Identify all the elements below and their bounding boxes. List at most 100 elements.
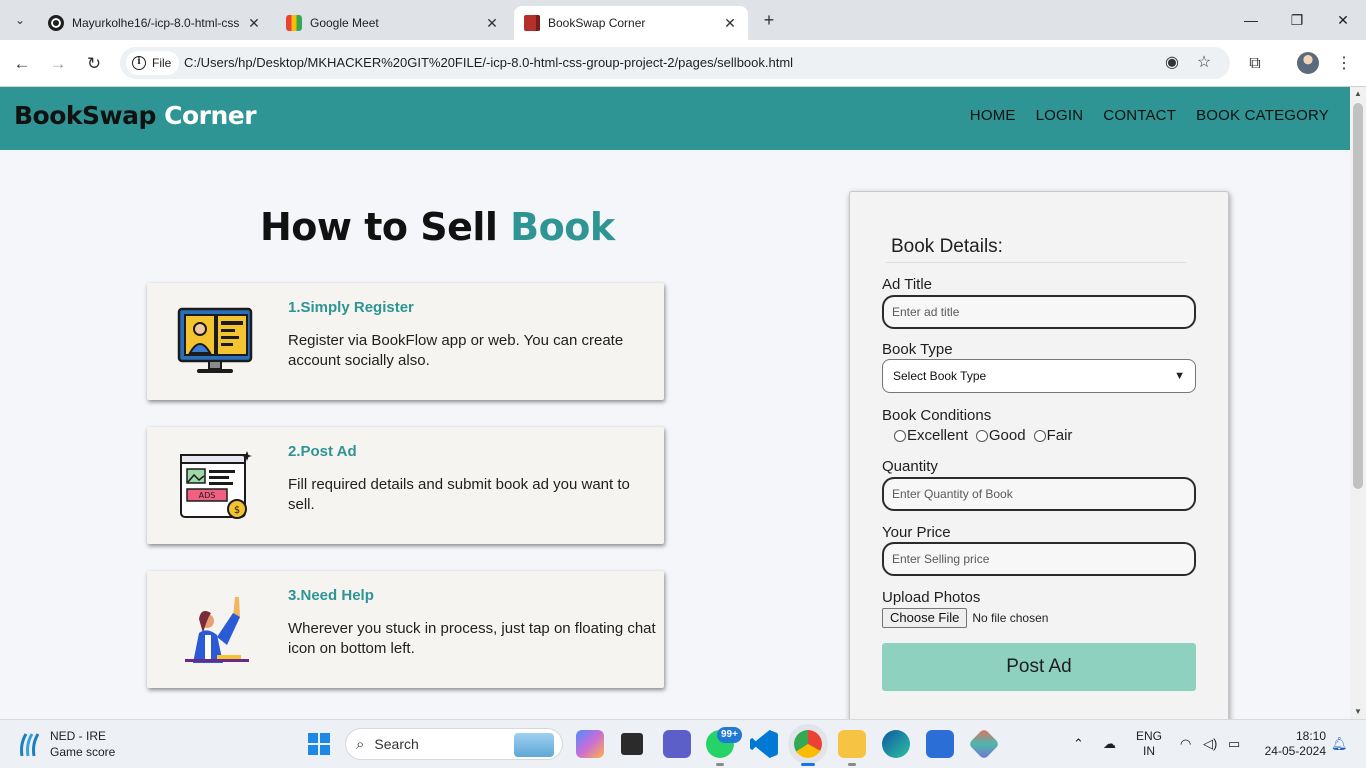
quantity-input[interactable]	[882, 477, 1196, 511]
windows-start-icon[interactable]	[307, 732, 331, 756]
choose-file-button[interactable]: Choose File	[882, 608, 968, 628]
close-tab-icon[interactable]: ✕	[246, 15, 262, 32]
vscode-icon[interactable]	[750, 730, 778, 758]
volume-icon[interactable]: ◁)	[1203, 736, 1217, 752]
conditions-radio-group: Excellent Good Fair	[894, 427, 1072, 444]
chrome-icon[interactable]	[794, 730, 822, 766]
page-viewport: BookSwap Corner HOME LOGIN CONTACT BOOK …	[0, 87, 1350, 719]
heading-divider	[886, 262, 1186, 263]
new-tab-plus-icon[interactable]: +	[758, 9, 780, 31]
title-main: How to Sell	[260, 205, 498, 249]
wifi-icon[interactable]: ◠	[1180, 736, 1191, 752]
battery-icon[interactable]: ▭	[1228, 736, 1240, 752]
forward-arrow-icon[interactable]: →	[46, 52, 70, 76]
post-ad-icon: ADS $	[180, 451, 252, 519]
url-text[interactable]: C:/Users/hp/Desktop/MKHACKER%20GIT%20FIL…	[184, 47, 793, 79]
site-header: BookSwap Corner HOME LOGIN CONTACT BOOK …	[0, 87, 1350, 150]
weather-title: NED - IRE	[50, 729, 107, 743]
onedrive-cloud-icon[interactable]: ☁	[1103, 736, 1116, 752]
scroll-thumb[interactable]	[1353, 103, 1363, 489]
file-status: No file chosen	[972, 611, 1049, 625]
restore-icon[interactable]: ❐	[1274, 6, 1320, 34]
conditions-label: Book Conditions	[882, 407, 992, 424]
language-indicator[interactable]: ENG IN	[1136, 729, 1162, 759]
store-icon[interactable]	[926, 730, 954, 758]
book-type-select[interactable]: Select Book Type ▼	[882, 359, 1196, 393]
nav-book-category[interactable]: BOOK CATEGORY	[1196, 107, 1329, 124]
google-meet-icon	[286, 15, 302, 31]
step-title: 2.Post Ad	[288, 443, 357, 460]
site-logo[interactable]: BookSwap Corner	[14, 101, 257, 130]
terminal-icon[interactable]	[618, 730, 646, 758]
back-arrow-icon[interactable]: ←	[10, 52, 34, 76]
book-type-selected: Select Book Type	[893, 369, 987, 383]
step-description: Register via BookFlow app or web. You ca…	[288, 332, 624, 369]
radio-label: Fair	[1046, 427, 1073, 444]
tab-search-chevron-icon[interactable]: ⌄	[8, 8, 32, 32]
radio-fair[interactable]: Fair	[1033, 427, 1073, 444]
step-card-need-help: 3.Need Help Wherever you stuck in proces…	[147, 571, 664, 688]
scheme-label: File	[152, 56, 172, 70]
app-diamond-icon[interactable]	[968, 728, 1000, 760]
nav-login[interactable]: LOGIN	[1036, 107, 1084, 124]
radio-circle-icon[interactable]	[1033, 429, 1046, 442]
tab-title: Google Meet	[310, 16, 379, 30]
file-explorer-icon[interactable]	[838, 730, 866, 766]
step-card-post-ad: ADS $ 2.Post Ad Fill required details an…	[147, 427, 664, 544]
close-tab-icon[interactable]: ✕	[484, 15, 500, 32]
browser-tab-bar: ⌄ Mayurkolhe16/-icp-8.0-html-css ✕ Googl…	[0, 0, 1366, 40]
search-highlight-image	[514, 733, 554, 757]
quantity-label: Quantity	[882, 458, 938, 475]
page-title: How to Sell Book	[260, 205, 615, 249]
eye-icon[interactable]: ◉	[1162, 53, 1182, 73]
minimize-icon[interactable]: —	[1228, 6, 1274, 34]
extensions-puzzle-icon[interactable]: ⧉	[1243, 52, 1267, 76]
search-placeholder: Search	[374, 736, 419, 752]
radio-excellent[interactable]: Excellent	[894, 427, 968, 444]
radio-good[interactable]: Good	[975, 427, 1026, 444]
bookmark-star-icon[interactable]: ☆	[1194, 53, 1214, 73]
page-scrollbar[interactable]: ▲ ▼	[1350, 87, 1366, 719]
radio-label: Excellent	[907, 427, 968, 444]
teams-icon[interactable]	[663, 730, 691, 758]
close-tab-icon[interactable]: ✕	[722, 15, 738, 32]
nav-home[interactable]: HOME	[970, 107, 1016, 124]
ad-title-input[interactable]	[882, 295, 1196, 329]
radio-circle-icon[interactable]	[894, 429, 906, 442]
show-hidden-icons-chevron[interactable]: ⌃	[1073, 736, 1084, 752]
price-input[interactable]	[882, 542, 1196, 576]
profile-avatar[interactable]	[1297, 52, 1319, 74]
scroll-up-arrow-icon[interactable]: ▲	[1350, 87, 1366, 101]
tab-bookswap[interactable]: BookSwap Corner ✕	[514, 6, 748, 40]
scroll-down-arrow-icon[interactable]: ▼	[1350, 705, 1366, 719]
nav-contact[interactable]: CONTACT	[1103, 107, 1176, 124]
tab-title: Mayurkolhe16/-icp-8.0-html-css	[72, 16, 240, 30]
menu-kebab-icon[interactable]: ⋮	[1332, 52, 1356, 76]
register-monitor-icon	[177, 307, 253, 373]
language-line2: IN	[1143, 744, 1155, 758]
step-description: Wherever you stuck in process, just tap …	[288, 620, 656, 657]
radio-label: Good	[988, 427, 1026, 444]
weather-widget[interactable]: NED - IRE Game score	[18, 728, 115, 760]
book-type-label: Book Type	[882, 341, 953, 358]
site-info-chip[interactable]: i File	[126, 51, 180, 75]
clock-date: 24-05-2024	[1264, 744, 1326, 758]
clock[interactable]: 18:10 24-05-2024	[1258, 729, 1326, 759]
tab-github[interactable]: Mayurkolhe16/-icp-8.0-html-css ✕	[38, 6, 272, 40]
url-omnibox[interactable]: i File C:/Users/hp/Desktop/MKHACKER%20GI…	[120, 47, 1230, 79]
close-window-icon[interactable]: ✕	[1320, 6, 1366, 34]
address-toolbar: ← → ↻ i File C:/Users/hp/Desktop/MKHACKE…	[0, 40, 1366, 87]
svg-text:$: $	[234, 505, 240, 516]
reload-icon[interactable]: ↻	[82, 52, 106, 76]
book-icon	[524, 15, 540, 31]
notification-bell-icon[interactable]: 🔔︎	[1331, 736, 1348, 752]
edge-icon[interactable]	[882, 730, 910, 758]
info-icon: i	[132, 56, 146, 70]
copilot-icon[interactable]	[576, 730, 604, 758]
taskbar-search[interactable]: ⌕ Search	[345, 728, 563, 760]
tab-google-meet[interactable]: Google Meet ✕	[276, 6, 510, 40]
radio-circle-icon[interactable]	[975, 429, 988, 442]
language-line1: ENG	[1136, 729, 1163, 743]
ad-title-label: Ad Title	[882, 276, 933, 293]
post-ad-button[interactable]: Post Ad	[882, 643, 1196, 691]
